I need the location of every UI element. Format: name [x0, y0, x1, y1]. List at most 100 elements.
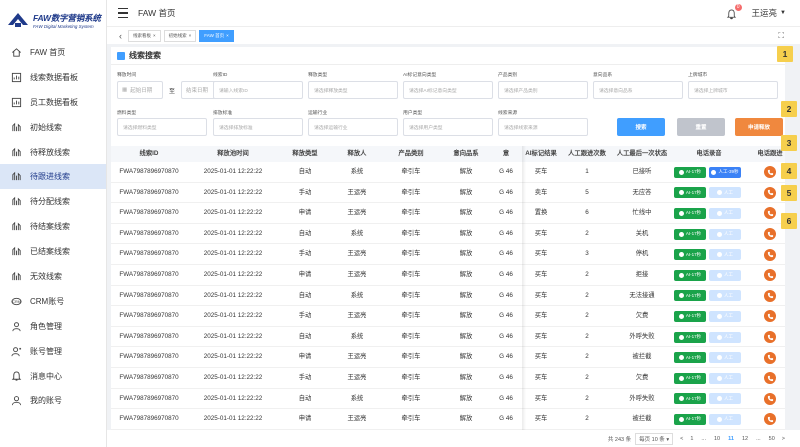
- search-button[interactable]: 搜索: [617, 118, 665, 136]
- release-type-select[interactable]: 请选择释放类型: [308, 81, 398, 99]
- sidebar-item[interactable]: 已结案线索: [0, 239, 106, 264]
- table-row[interactable]: FWA7987896970870 2025-01-01 12:22:22 自动 系统 牵…: [111, 224, 785, 245]
- manual-recording-button[interactable]: 人工: [709, 372, 741, 384]
- sidebar-item[interactable]: 角色管理: [0, 314, 106, 339]
- sidebar-item[interactable]: 账号管理: [0, 339, 106, 364]
- phone-icon[interactable]: [764, 166, 776, 179]
- phone-icon[interactable]: [764, 392, 776, 405]
- table-row[interactable]: FWA7987896970870 2025-01-01 12:22:22 手动 王运亮…: [111, 306, 785, 327]
- tab-leads-board[interactable]: 线索看板 ×: [128, 29, 161, 42]
- product-category-select[interactable]: 请选择产品类别: [498, 81, 588, 99]
- next-page-button[interactable]: >: [782, 436, 785, 442]
- manual-recording-button[interactable]: 人工: [709, 331, 741, 343]
- ai-recording-button[interactable]: AI-17秒: [674, 228, 706, 240]
- manual-recording-button[interactable]: 人工: [709, 187, 741, 199]
- phone-icon[interactable]: [764, 351, 776, 364]
- emission-select[interactable]: 请选择排放标准: [213, 118, 303, 136]
- manual-recording-button[interactable]: 人工: [709, 393, 741, 405]
- table-row[interactable]: FWA7987896970870 2025-01-01 12:22:22 自动 系统 牵…: [111, 162, 785, 183]
- phone-icon[interactable]: [764, 289, 776, 302]
- manual-recording-button[interactable]: 人工: [709, 249, 741, 261]
- table-row[interactable]: FWA7987896970870 2025-01-01 12:22:22 手动 王运亮…: [111, 368, 785, 389]
- sidebar-item[interactable]: 待分配线索: [0, 189, 106, 214]
- tab-faw-home[interactable]: FAW 首页 ×: [199, 29, 234, 42]
- table-row[interactable]: FWA7987896970870 2025-01-01 12:22:22 自动 系统 牵…: [111, 327, 785, 348]
- page-number[interactable]: ...: [756, 436, 761, 442]
- phone-icon[interactable]: [764, 228, 776, 241]
- sidebar-item[interactable]: 员工数据看板: [0, 90, 106, 115]
- phone-icon[interactable]: [764, 372, 776, 385]
- ai-recording-button[interactable]: AI-17秒: [674, 310, 706, 322]
- ai-intent-select[interactable]: 请选择AI标记意向类型: [403, 81, 493, 99]
- manual-recording-button[interactable]: 人工: [709, 352, 741, 364]
- ai-recording-button[interactable]: AI-17秒: [674, 413, 706, 425]
- table-row[interactable]: FWA7987896970870 2025-01-01 12:22:22 自动 系统 牵…: [111, 389, 785, 410]
- manual-recording-button[interactable]: 人工: [709, 413, 741, 425]
- manual-recording-button[interactable]: 人工: [709, 269, 741, 281]
- page-number[interactable]: 10: [714, 436, 720, 442]
- table-row[interactable]: FWA7987896970870 2025-01-01 12:22:22 申请 王运亮…: [111, 409, 785, 430]
- sidebar-item[interactable]: 线索数据看板: [0, 65, 106, 90]
- phone-icon[interactable]: [764, 248, 776, 261]
- sidebar-item[interactable]: 待跟进线索: [0, 164, 106, 190]
- fuel-type-select[interactable]: 请选择燃料类型: [117, 118, 207, 136]
- menu-toggle-icon[interactable]: [118, 8, 128, 18]
- manual-recording-button[interactable]: 人工: [709, 310, 741, 322]
- phone-icon[interactable]: [764, 269, 776, 282]
- reset-button[interactable]: 重置: [677, 118, 725, 136]
- sidebar-item[interactable]: CRM CRM账号: [0, 289, 106, 314]
- sidebar-item[interactable]: FAW 首页: [0, 40, 106, 65]
- page-number[interactable]: ...: [701, 436, 706, 442]
- prev-page-button[interactable]: <: [680, 436, 683, 442]
- sidebar-item[interactable]: 初始线索: [0, 115, 106, 140]
- user-type-select[interactable]: 请选择用户类型: [403, 118, 493, 136]
- ai-recording-button[interactable]: AI-17秒: [674, 207, 706, 219]
- phone-icon[interactable]: [764, 310, 776, 323]
- page-number[interactable]: 12: [742, 436, 748, 442]
- plate-city-select[interactable]: 请选择上牌城市: [688, 81, 778, 99]
- ai-recording-button[interactable]: AI-17秒: [674, 187, 706, 199]
- page-number[interactable]: 11: [728, 436, 734, 442]
- fullscreen-icon[interactable]: ⛶: [778, 31, 784, 41]
- apply-release-button[interactable]: 申请释放: [735, 118, 783, 136]
- ai-recording-button[interactable]: AI-17秒: [674, 269, 706, 281]
- start-date-input[interactable]: ▦ 起始日期: [117, 81, 163, 99]
- phone-icon[interactable]: [764, 413, 776, 426]
- lead-id-input[interactable]: 请输入线索ID: [213, 81, 303, 99]
- table-row[interactable]: FWA7987896970870 2025-01-01 12:22:22 申请 王运亮…: [111, 347, 785, 368]
- manual-recording-button[interactable]: 人工: [709, 207, 741, 219]
- manual-recording-button[interactable]: 人工: [709, 228, 741, 240]
- phone-icon[interactable]: [764, 331, 776, 344]
- table-row[interactable]: FWA7987896970870 2025-01-01 12:22:22 手动 王运亮…: [111, 244, 785, 265]
- phone-icon[interactable]: [764, 186, 776, 199]
- table-row[interactable]: FWA7987896970870 2025-01-01 12:22:22 手动 王运亮…: [111, 183, 785, 204]
- ai-recording-button[interactable]: AI-17秒: [674, 249, 706, 261]
- page-number[interactable]: 50: [769, 436, 775, 442]
- user-name[interactable]: 王运亮: [752, 7, 778, 19]
- back-icon[interactable]: ‹: [119, 31, 122, 41]
- ai-recording-button[interactable]: AI-17秒: [674, 331, 706, 343]
- ai-recording-button[interactable]: AI-17秒: [674, 352, 706, 364]
- page-number[interactable]: 1: [690, 436, 693, 442]
- ai-recording-button[interactable]: AI-17秒: [674, 372, 706, 384]
- intent-series-select[interactable]: 请选择意向品系: [593, 81, 683, 99]
- phone-icon[interactable]: [764, 207, 776, 220]
- table-row[interactable]: FWA7987896970870 2025-01-01 12:22:22 申请 王运亮…: [111, 203, 785, 224]
- notification-bell-icon[interactable]: 0: [726, 4, 742, 20]
- sidebar-item[interactable]: 消息中心: [0, 364, 106, 389]
- lead-source-select[interactable]: 请选择线索来源: [498, 118, 588, 136]
- page-size-select[interactable]: 每页 10 条 ▾: [635, 432, 674, 445]
- manual-recording-button[interactable]: 人工: [709, 290, 741, 302]
- table-row[interactable]: FWA7987896970870 2025-01-01 12:22:22 自动 系统 牵…: [111, 286, 785, 307]
- table-row[interactable]: FWA7987896970870 2025-01-01 12:22:22 申请 王运亮…: [111, 265, 785, 286]
- manual-recording-button[interactable]: 人工-39秒: [709, 166, 741, 178]
- sidebar-item[interactable]: 无效线索: [0, 264, 106, 289]
- sidebar-item[interactable]: 待结案线索: [0, 214, 106, 239]
- tab-initial-leads[interactable]: 初始线索 ×: [163, 29, 197, 42]
- transport-industry-select[interactable]: 请选择运输行业: [308, 118, 398, 136]
- ai-recording-button[interactable]: AI-17秒: [674, 393, 706, 405]
- ai-recording-button[interactable]: AI-17秒: [674, 290, 706, 302]
- sidebar-item[interactable]: 待释放线索: [0, 140, 106, 165]
- ai-recording-button[interactable]: AI-17秒: [674, 166, 706, 178]
- sidebar-item[interactable]: 我的账号: [0, 388, 106, 413]
